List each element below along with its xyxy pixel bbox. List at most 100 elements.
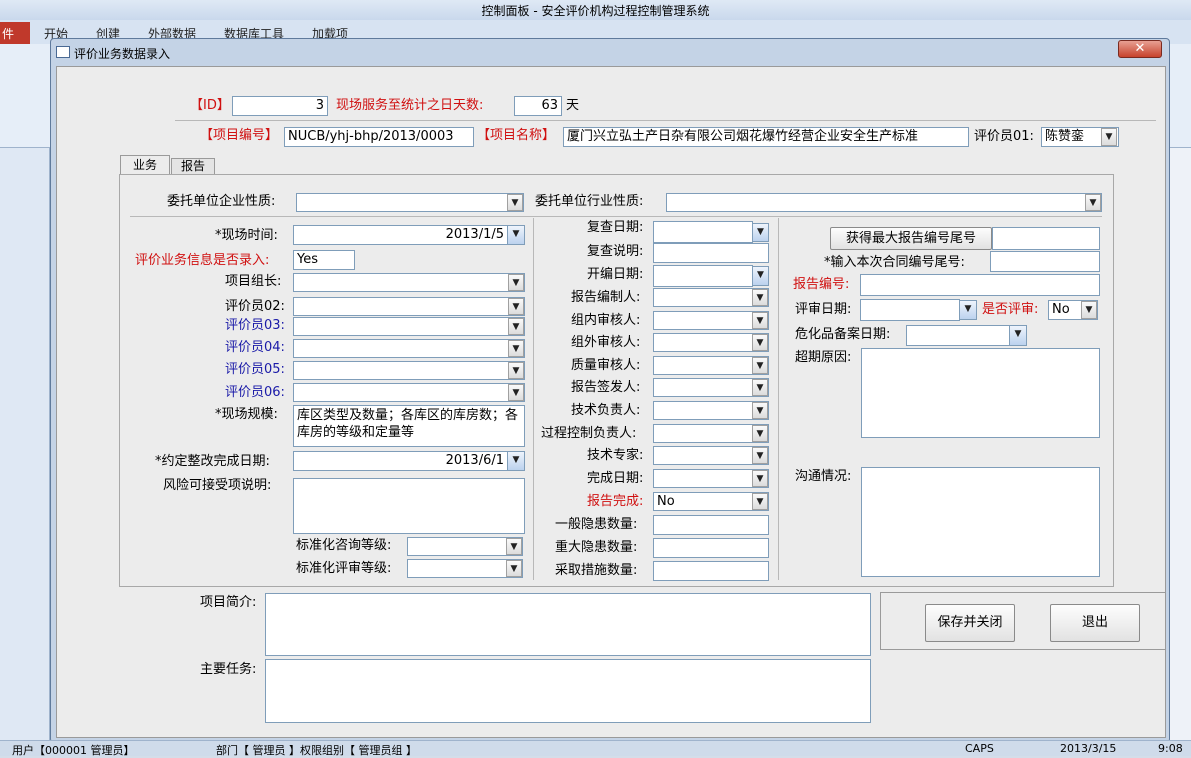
recheck-date-field[interactable] [653,221,753,243]
compile-date-field[interactable] [653,265,753,287]
client-nature-combo[interactable] [296,193,524,212]
project-name-field[interactable]: 厦门兴立弘土产日杂有限公司烟花爆竹经营企业安全生产标准 [563,127,969,147]
ev03-combo[interactable] [293,317,525,336]
report-done-label: 报告完成: [587,494,644,509]
chevron-down-icon[interactable]: ▼ [508,274,524,291]
get-max-report-no-button[interactable]: 获得最大报告编号尾号 [830,227,992,250]
client-industry-combo[interactable] [666,193,1102,212]
comm-label: 沟通情况: [795,469,852,484]
chevron-down-icon[interactable]: ▼ [506,560,522,577]
project-name-label: 【项目名称】 [477,128,556,143]
calendar-picker-icon[interactable]: ▼ [752,266,769,286]
chevron-down-icon[interactable]: ▼ [752,334,768,351]
chem-record-label: 危化品备案日期: [795,327,891,342]
calendar-picker-icon[interactable]: ▼ [752,223,769,242]
ev04-combo[interactable] [293,339,525,358]
expert-label: 技术专家: [587,448,644,463]
chem-record-field[interactable] [906,325,1010,346]
navigation-pane [0,148,50,740]
measures-field[interactable] [653,561,769,581]
process-lead-label: 过程控制负责人: [541,426,637,441]
major-hazard-field[interactable] [653,538,769,558]
chevron-down-icon[interactable]: ▼ [508,340,524,357]
is-review-label: 是否评审: [982,302,1039,317]
max-report-no-field[interactable] [992,227,1100,250]
days-label: 现场服务至统计之日天数: [336,98,484,113]
id-field[interactable]: 3 [232,96,328,116]
chevron-down-icon[interactable]: ▼ [508,298,524,315]
overdue-field[interactable] [861,348,1100,438]
risk-label: 风险可接受项说明: [163,478,272,493]
leader-label: 项目组长: [225,274,282,289]
calendar-picker-icon[interactable]: ▼ [1009,325,1027,346]
std-review-label: 标准化评审等级: [296,561,392,576]
chevron-down-icon[interactable]: ▼ [508,384,524,401]
status-time: 9:08 [1158,742,1183,755]
chevron-down-icon[interactable]: ▼ [752,447,768,464]
tech-lead-label: 技术负责人: [571,403,641,418]
chevron-down-icon[interactable]: ▼ [752,402,768,419]
entered-field[interactable]: Yes [293,250,355,270]
chevron-down-icon[interactable]: ▼ [508,318,524,335]
days-field[interactable]: 63 [514,96,562,116]
comm-field[interactable] [861,467,1100,577]
major-hazard-label: 重大隐患数量: [555,540,638,555]
client-industry-label: 委托单位行业性质: [535,194,644,209]
quality-review-label: 质量审核人: [571,358,641,373]
file-tab[interactable]: 件 [0,22,30,44]
chevron-down-icon[interactable]: ▼ [1085,194,1101,211]
chevron-down-icon[interactable]: ▼ [752,493,768,510]
project-no-field[interactable]: NUCB/yhj-bhp/2013/0003 [284,127,474,147]
recheck-note-field[interactable] [653,243,769,263]
ev05-combo[interactable] [293,361,525,380]
status-date: 2013/3/15 [1060,742,1117,755]
calendar-picker-icon[interactable]: ▼ [507,225,525,245]
input-contract-field[interactable] [990,251,1100,272]
chevron-down-icon[interactable]: ▼ [508,362,524,379]
chevron-down-icon[interactable]: ▼ [507,194,523,211]
chevron-down-icon[interactable]: ▼ [752,470,768,487]
report-no-field[interactable] [860,274,1100,296]
chevron-down-icon[interactable]: ▼ [752,289,768,306]
chevron-down-icon[interactable]: ▼ [752,379,768,396]
tab-business[interactable]: 业务 [120,155,170,175]
site-time-label: *现场时间: [215,228,278,243]
leader-combo[interactable] [293,273,525,292]
recheck-date-label: 复查日期: [587,220,644,235]
site-time-field[interactable]: 2013/1/5 [293,225,508,245]
compiler-label: 报告编制人: [571,290,641,305]
close-button[interactable]: ✕ [1118,40,1162,58]
entered-label: 评价业务信息是否录入: [135,253,270,268]
ev02-label: 评价员02: [225,299,285,314]
form-icon [56,46,70,58]
ev06-combo[interactable] [293,383,525,402]
intro-label: 项目简介: [200,595,257,610]
chevron-down-icon[interactable]: ▼ [1101,128,1117,146]
intro-field[interactable] [265,593,871,656]
tasks-field[interactable] [265,659,871,723]
chevron-down-icon[interactable]: ▼ [506,538,522,555]
chevron-down-icon[interactable]: ▼ [752,357,768,374]
calendar-picker-icon[interactable]: ▼ [959,300,977,320]
scale-label: *现场规模: [215,407,278,422]
review-date-field[interactable] [860,299,960,321]
days-unit: 天 [566,98,580,113]
chevron-down-icon[interactable]: ▼ [752,425,768,442]
ev02-combo[interactable] [293,297,525,316]
tab-report[interactable]: 报告 [171,158,215,175]
ev03-label: 评价员03: [225,318,285,333]
scale-field[interactable]: 库区类型及数量；各库区的库房数；各库房的等级和定量等 [293,405,525,447]
exit-button[interactable]: 退出 [1050,604,1140,642]
client-nature-label: 委托单位企业性质: [167,194,276,209]
risk-field[interactable] [293,478,525,534]
report-no-label: 报告编号: [793,277,850,292]
chevron-down-icon[interactable]: ▼ [752,312,768,329]
general-hazard-field[interactable] [653,515,769,535]
rectify-date-label: *约定整改完成日期: [155,454,270,469]
rectify-date-field[interactable]: 2013/6/1 [293,451,508,471]
project-no-label: 【项目编号】 [200,128,279,143]
chevron-down-icon[interactable]: ▼ [1081,301,1097,319]
calendar-picker-icon[interactable]: ▼ [507,451,525,471]
review-date-label: 评审日期: [795,302,852,317]
save-close-button[interactable]: 保存并关闭 [925,604,1015,642]
